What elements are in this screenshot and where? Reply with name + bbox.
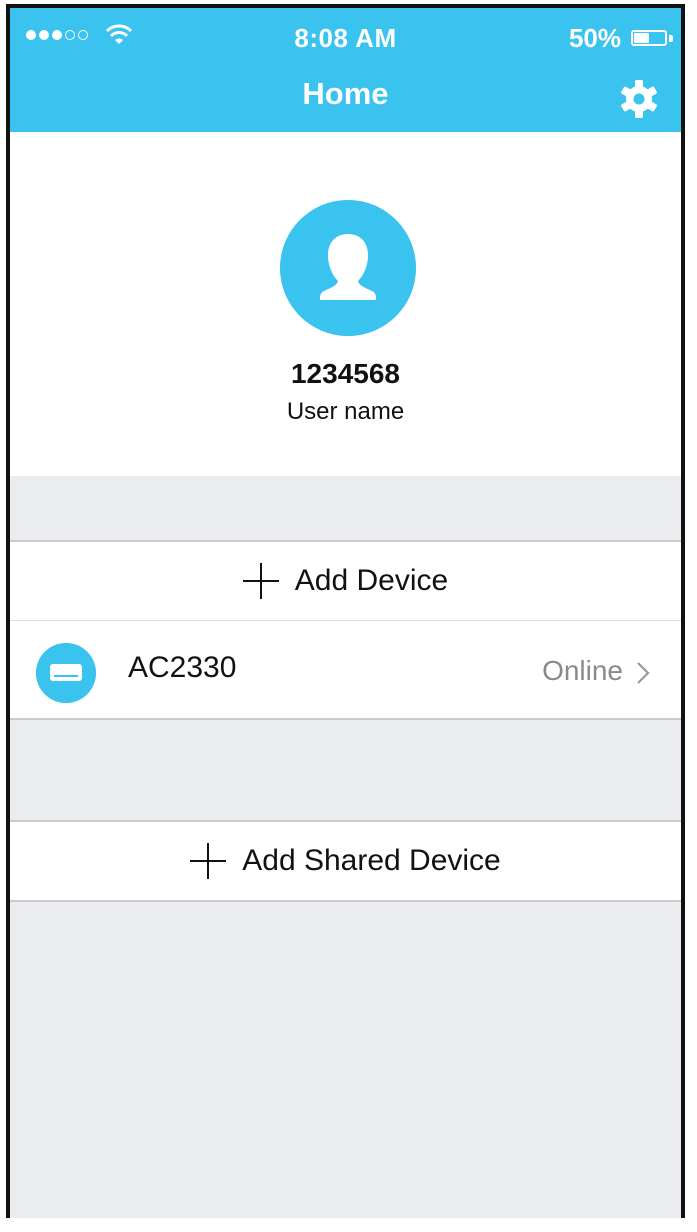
plus-icon (190, 843, 227, 879)
chevron-right-icon (637, 662, 650, 684)
battery-tip (669, 35, 673, 42)
device-name: AC2330 (128, 651, 237, 684)
device-status: Online (542, 655, 623, 686)
user-id: 1234568 (290, 358, 400, 389)
user-name: User name (286, 398, 405, 425)
page-title: Home (302, 76, 389, 111)
phone-screen: 8:08 AM 50% Home 1234568 User name Add D… (6, 4, 685, 1218)
add-device-content: Add Device (10, 542, 681, 620)
status-bar: 8:08 AM 50% (10, 8, 681, 64)
plus-icon (242, 563, 279, 599)
user-silhouette-icon[interactable] (280, 200, 416, 336)
device-list-item[interactable]: AC2330 Online (10, 620, 681, 720)
gear-icon[interactable] (619, 79, 659, 119)
header: 8:08 AM 50% Home (10, 8, 681, 132)
add-shared-device-content: Add Shared Device (10, 822, 681, 900)
profile-section: 1234568 User name (10, 132, 681, 476)
battery-icon (631, 30, 667, 46)
add-device-label: Add Device (294, 564, 449, 597)
battery-fill (634, 33, 649, 43)
add-shared-device-label: Add Shared Device (242, 844, 501, 877)
battery-percent: 50% (568, 23, 621, 53)
add-shared-device-button[interactable]: Add Shared Device (10, 820, 681, 902)
air-conditioner-icon (36, 643, 96, 703)
add-device-button[interactable]: Add Device (10, 540, 681, 622)
